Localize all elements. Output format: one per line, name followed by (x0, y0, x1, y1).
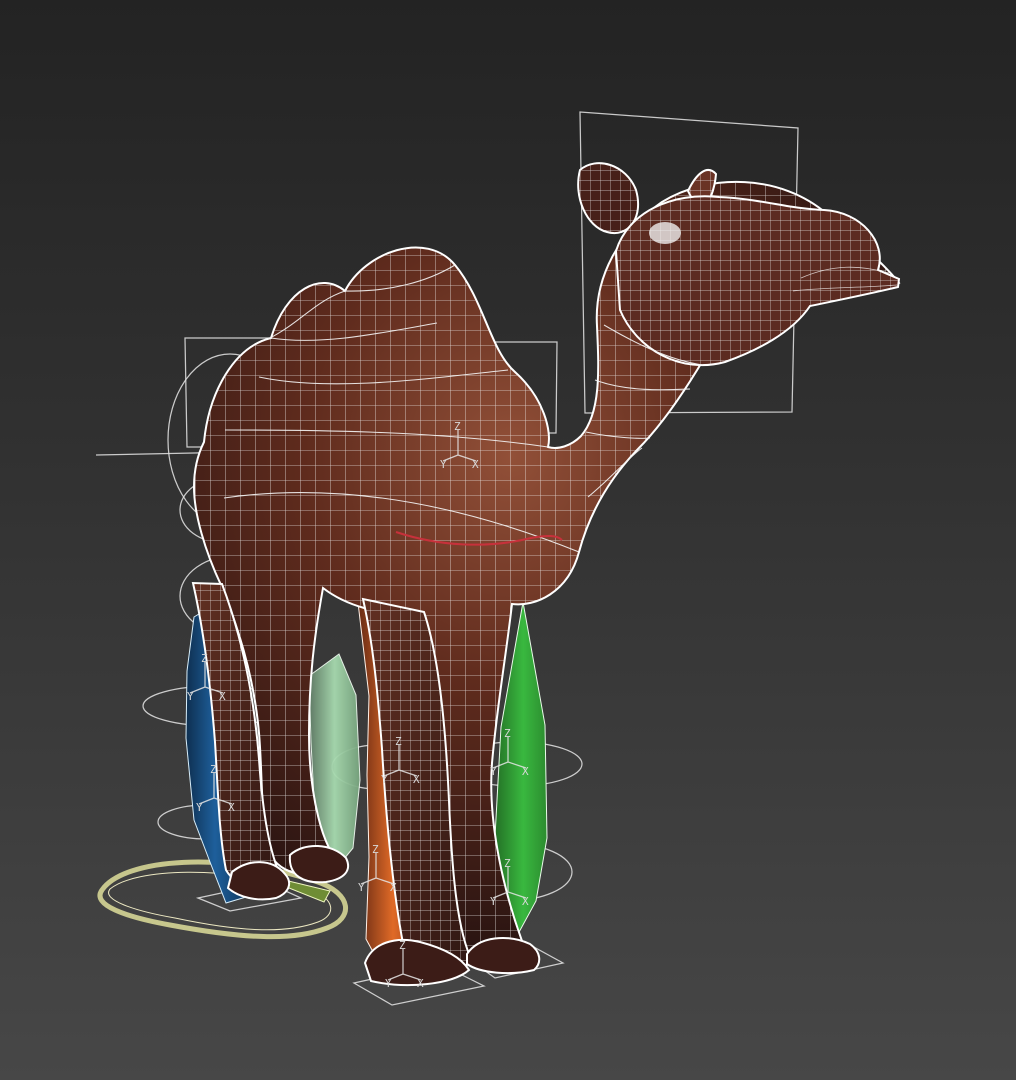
camel-rear-foot-left[interactable] (226, 861, 291, 901)
3d-viewport[interactable]: Z X Y Z X Y Z X Y Z X Y Z X Y Z X Y Z X … (0, 0, 1016, 1080)
axis-y-label: Y (196, 801, 203, 814)
axis-x-label: X (417, 977, 424, 990)
axis-z-label: Z (504, 727, 511, 740)
axis-y-label: Y (381, 773, 388, 786)
axis-z-label: Z (454, 420, 461, 433)
camel-front-foot-right[interactable] (466, 937, 541, 975)
axis-x-label: X (522, 895, 529, 908)
camel-head-grid[interactable] (616, 196, 899, 366)
axis-x-label: X (472, 458, 479, 471)
axis-y-label: Y (187, 690, 194, 703)
camel-rig-scene[interactable]: Z X Y Z X Y Z X Y Z X Y Z X Y Z X Y Z X … (0, 0, 1016, 1080)
axis-x-label: X (219, 690, 226, 703)
axis-z-label: Z (399, 939, 406, 952)
axis-x-label: X (413, 773, 420, 786)
camel-eye-mesh[interactable] (649, 222, 681, 244)
axis-x-label: X (390, 881, 397, 894)
axis-z-label: Z (395, 735, 402, 748)
axis-z-label: Z (210, 763, 217, 776)
axis-x-label: X (228, 801, 235, 814)
camel-rear-foot-right[interactable] (288, 844, 350, 884)
axis-y-label: Y (385, 977, 392, 990)
axis-y-label: Y (490, 895, 497, 908)
axis-z-label: Z (372, 843, 379, 856)
axis-z-label: Z (504, 857, 511, 870)
axis-z-label: Z (201, 652, 208, 665)
axis-y-label: Y (358, 881, 365, 894)
camel-wireframe-mesh[interactable] (191, 162, 901, 987)
axis-y-label: Y (440, 458, 447, 471)
axis-y-label: Y (490, 765, 497, 778)
camel-ear-left-grid[interactable] (578, 163, 639, 234)
axis-x-label: X (522, 765, 529, 778)
